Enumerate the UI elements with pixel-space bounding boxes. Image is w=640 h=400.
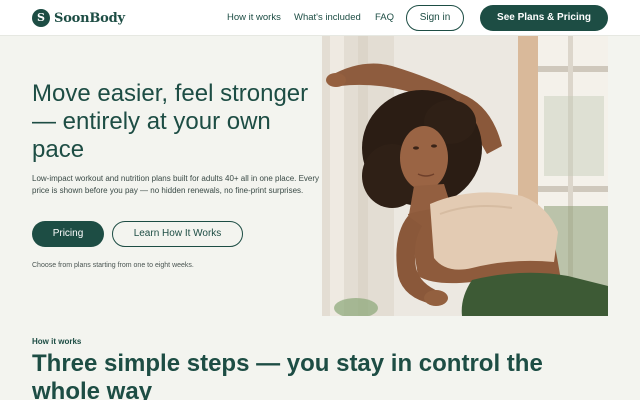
see-plans-pricing-button[interactable]: See Plans & Pricing: [480, 5, 608, 31]
hero-title: Move easier, feel stronger — entirely at…: [32, 80, 309, 163]
hero-subtitle: Low-impact workout and nutrition plans b…: [32, 174, 320, 195]
hero-photo: [322, 36, 608, 316]
steps-title: Three simple steps — you stay in control…: [32, 350, 543, 400]
plan-length-note: Choose from plans starting from one to e…: [32, 262, 194, 269]
sign-in-button[interactable]: Sign in: [406, 5, 464, 31]
pricing-button[interactable]: Pricing: [32, 221, 104, 247]
nav-how-it-works[interactable]: How it works: [227, 12, 281, 23]
nav-faq[interactable]: FAQ: [375, 12, 394, 23]
hero-photo-illustration: [322, 36, 608, 316]
learn-how-it-works-button[interactable]: Learn How It Works: [112, 221, 243, 247]
nav-whats-included[interactable]: What's included: [294, 12, 361, 23]
brand-monogram-icon: S: [32, 9, 50, 27]
brand-name: SoonBody: [54, 10, 125, 26]
site-header: S SoonBody How it works What's included …: [0, 0, 640, 36]
brand-logo[interactable]: S SoonBody: [32, 9, 125, 27]
steps-eyebrow: How it works: [32, 337, 82, 346]
